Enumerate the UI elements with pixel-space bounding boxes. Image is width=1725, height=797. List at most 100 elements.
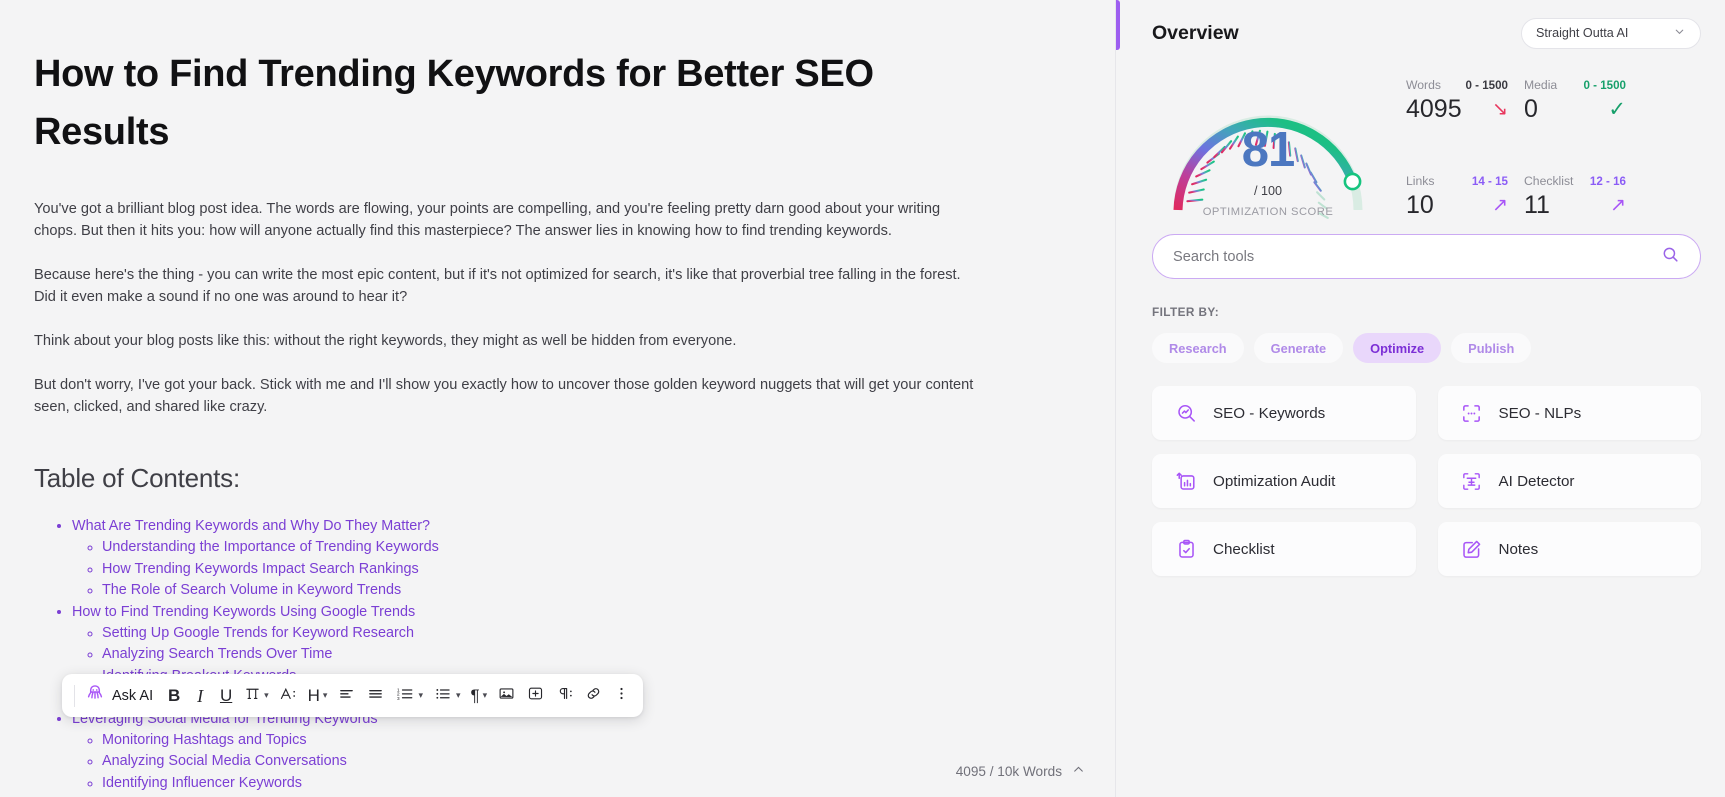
text-style-group[interactable]: ▾ bbox=[239, 681, 274, 711]
heading-group[interactable]: H ▾ bbox=[303, 681, 333, 711]
more-vertical-icon bbox=[613, 685, 630, 707]
tool-optimization-audit[interactable]: Optimization Audit bbox=[1152, 454, 1416, 508]
search-input[interactable] bbox=[1173, 248, 1661, 265]
paragraph-4: But don't worry, I've got your back. Sti… bbox=[34, 376, 974, 415]
stat-value: 10 bbox=[1406, 191, 1434, 219]
chip-generate[interactable]: Generate bbox=[1253, 333, 1344, 363]
link-button[interactable] bbox=[579, 681, 608, 711]
optimization-audit-icon bbox=[1174, 469, 1198, 493]
chip-research[interactable]: Research bbox=[1152, 333, 1244, 363]
stat-range: 0 - 1500 bbox=[1465, 79, 1508, 92]
tool-label: AI Detector bbox=[1498, 472, 1575, 490]
bulleted-list-button[interactable]: ▾ bbox=[428, 681, 466, 711]
more-options-button[interactable] bbox=[608, 681, 635, 711]
editor-pane: How to Find Trending Keywords for Better… bbox=[0, 0, 1115, 797]
chip-publish[interactable]: Publish bbox=[1451, 333, 1532, 363]
document-selector[interactable]: Straight Outta AI bbox=[1521, 17, 1701, 49]
app-root: How to Find Trending Keywords for Better… bbox=[0, 0, 1725, 797]
paragraph-1: You've got a brilliant blog post idea. T… bbox=[34, 200, 941, 239]
stat-body: 4095 ↘ bbox=[1406, 95, 1508, 124]
heading-button[interactable]: H ▾ bbox=[303, 681, 333, 711]
toc-sublist: Understanding the Importance of Trending… bbox=[72, 537, 985, 601]
stat-media: Media 0 - 1500 0 ✓ bbox=[1524, 78, 1634, 174]
toc-sublink[interactable]: The Role of Search Volume in Keyword Tre… bbox=[102, 580, 401, 601]
plus-square-icon bbox=[526, 685, 545, 707]
align-left-button[interactable] bbox=[332, 681, 361, 711]
tool-ai-detector[interactable]: AI Detector bbox=[1437, 454, 1701, 508]
underline-button[interactable]: U bbox=[213, 681, 239, 711]
formatting-toolbar[interactable]: Ask AI B I U ▾ H ▾ 1 2 3 ▾ ▾ ¶ ▾ bbox=[62, 674, 644, 717]
numbered-list-icon: 1 2 3 bbox=[395, 685, 415, 707]
ask-ai-button[interactable]: Ask AI bbox=[81, 681, 161, 711]
toc-subitem: Identifying Influencer Keywords bbox=[102, 772, 985, 793]
italic-button[interactable]: I bbox=[187, 681, 213, 711]
bold-button[interactable]: B bbox=[161, 681, 187, 711]
stat-value: 11 bbox=[1524, 191, 1550, 219]
toc-subitem: Setting Up Google Trends for Keyword Res… bbox=[102, 623, 985, 644]
toc-subitem: Monitoring Hashtags and Topics bbox=[102, 730, 985, 751]
chevron-down-icon: ▾ bbox=[418, 690, 423, 700]
toc-sublink[interactable]: Monitoring Hashtags and Topics bbox=[102, 730, 307, 751]
numbered-list-group[interactable]: 1 2 3 ▾ bbox=[390, 681, 428, 711]
paragraph-settings-button[interactable] bbox=[550, 681, 579, 711]
toc-subitem: Understanding the Importance of Trending… bbox=[102, 537, 985, 558]
heading-icon: H bbox=[307, 686, 320, 705]
chevron-up-icon[interactable] bbox=[1072, 763, 1085, 779]
paragraph-3: Think about your blog posts like this: w… bbox=[34, 332, 737, 349]
ai-detector-icon bbox=[1460, 469, 1484, 493]
score-overview: 81 / 100 OPTIMIZATION SCORE Words 0 - 15… bbox=[1116, 54, 1725, 224]
tool-checklist[interactable]: Checklist bbox=[1152, 522, 1416, 576]
toc-sublink[interactable]: Setting Up Google Trends for Keyword Res… bbox=[102, 623, 414, 644]
text-style-button[interactable]: ▾ bbox=[239, 681, 274, 711]
pilcrow-icon: ¶ bbox=[470, 686, 480, 705]
tool-search[interactable] bbox=[1152, 234, 1701, 279]
italic-icon: I bbox=[197, 685, 204, 706]
toc-link[interactable]: What Are Trending Keywords and Why Do Th… bbox=[72, 516, 430, 537]
insert-button[interactable] bbox=[521, 681, 550, 711]
optimization-score-gauge: 81 / 100 OPTIMIZATION SCORE bbox=[1152, 64, 1384, 224]
chevron-down-icon: ▾ bbox=[264, 690, 269, 700]
align-left-icon bbox=[337, 685, 356, 707]
filter-chips: Research Generate Optimize Publish bbox=[1152, 333, 1701, 363]
stat-name: Links bbox=[1406, 174, 1435, 188]
document-selector-value: Straight Outta AI bbox=[1536, 26, 1629, 40]
numbered-list-button[interactable]: 1 2 3 ▾ bbox=[390, 681, 428, 711]
toc-item: Leveraging Social Media for Trending Key… bbox=[72, 708, 985, 794]
score-value: 81 bbox=[1241, 123, 1296, 177]
bulleted-list-group[interactable]: ▾ bbox=[428, 681, 466, 711]
toc-subitem: Analyzing Search Trends Over Time bbox=[102, 644, 985, 665]
tool-label: Checklist bbox=[1213, 540, 1275, 558]
stat-range: 0 - 1500 bbox=[1583, 79, 1626, 92]
word-count-status[interactable]: 4095 / 10k Words bbox=[956, 763, 1085, 779]
overview-header: Overview Straight Outta AI bbox=[1116, 0, 1725, 54]
chip-optimize[interactable]: Optimize bbox=[1353, 333, 1442, 363]
tool-notes[interactable]: Notes bbox=[1437, 522, 1701, 576]
image-button[interactable] bbox=[492, 681, 521, 711]
stat-body: 0 ✓ bbox=[1524, 95, 1626, 124]
font-size-button[interactable] bbox=[274, 681, 303, 711]
paragraph-button[interactable]: ¶ ▾ bbox=[466, 681, 493, 711]
tool-label: Notes bbox=[1498, 540, 1539, 558]
underline-icon: U bbox=[219, 686, 233, 705]
search-icon[interactable] bbox=[1661, 245, 1680, 269]
stat-words: Words 0 - 1500 4095 ↘ bbox=[1406, 78, 1516, 174]
overview-panel: Overview Straight Outta AI 81 / 100 OPTI… bbox=[1115, 0, 1725, 797]
paragraph-group[interactable]: ¶ ▾ bbox=[466, 681, 493, 711]
toc-sublink[interactable]: Analyzing Social Media Conversations bbox=[102, 751, 347, 772]
tool-label: SEO - NLPs bbox=[1498, 404, 1582, 422]
toc-sublist: Monitoring Hashtags and Topics Analyzing… bbox=[72, 730, 985, 794]
trend-up-icon: ↗ bbox=[1492, 195, 1508, 216]
page-title: How to Find Trending Keywords for Better… bbox=[34, 53, 874, 153]
stat-body: 10 ↗ bbox=[1406, 191, 1508, 220]
toc-heading: Table of Contents: bbox=[34, 462, 240, 493]
toc-sublink[interactable]: Understanding the Importance of Trending… bbox=[102, 537, 439, 558]
toc-link[interactable]: How to Find Trending Keywords Using Goog… bbox=[72, 601, 415, 622]
toc-sublink[interactable]: Analyzing Search Trends Over Time bbox=[102, 644, 332, 665]
tool-seo-nlps[interactable]: SEO - NLPs bbox=[1437, 386, 1701, 440]
align-justify-button[interactable] bbox=[361, 681, 390, 711]
tool-seo-keywords[interactable]: SEO - Keywords bbox=[1152, 386, 1416, 440]
stat-header: Links 14 - 15 bbox=[1406, 174, 1508, 188]
toc-sublink[interactable]: Identifying Influencer Keywords bbox=[102, 772, 302, 793]
toc-sublink[interactable]: How Trending Keywords Impact Search Rank… bbox=[102, 558, 419, 579]
chevron-down-icon bbox=[1673, 25, 1686, 41]
